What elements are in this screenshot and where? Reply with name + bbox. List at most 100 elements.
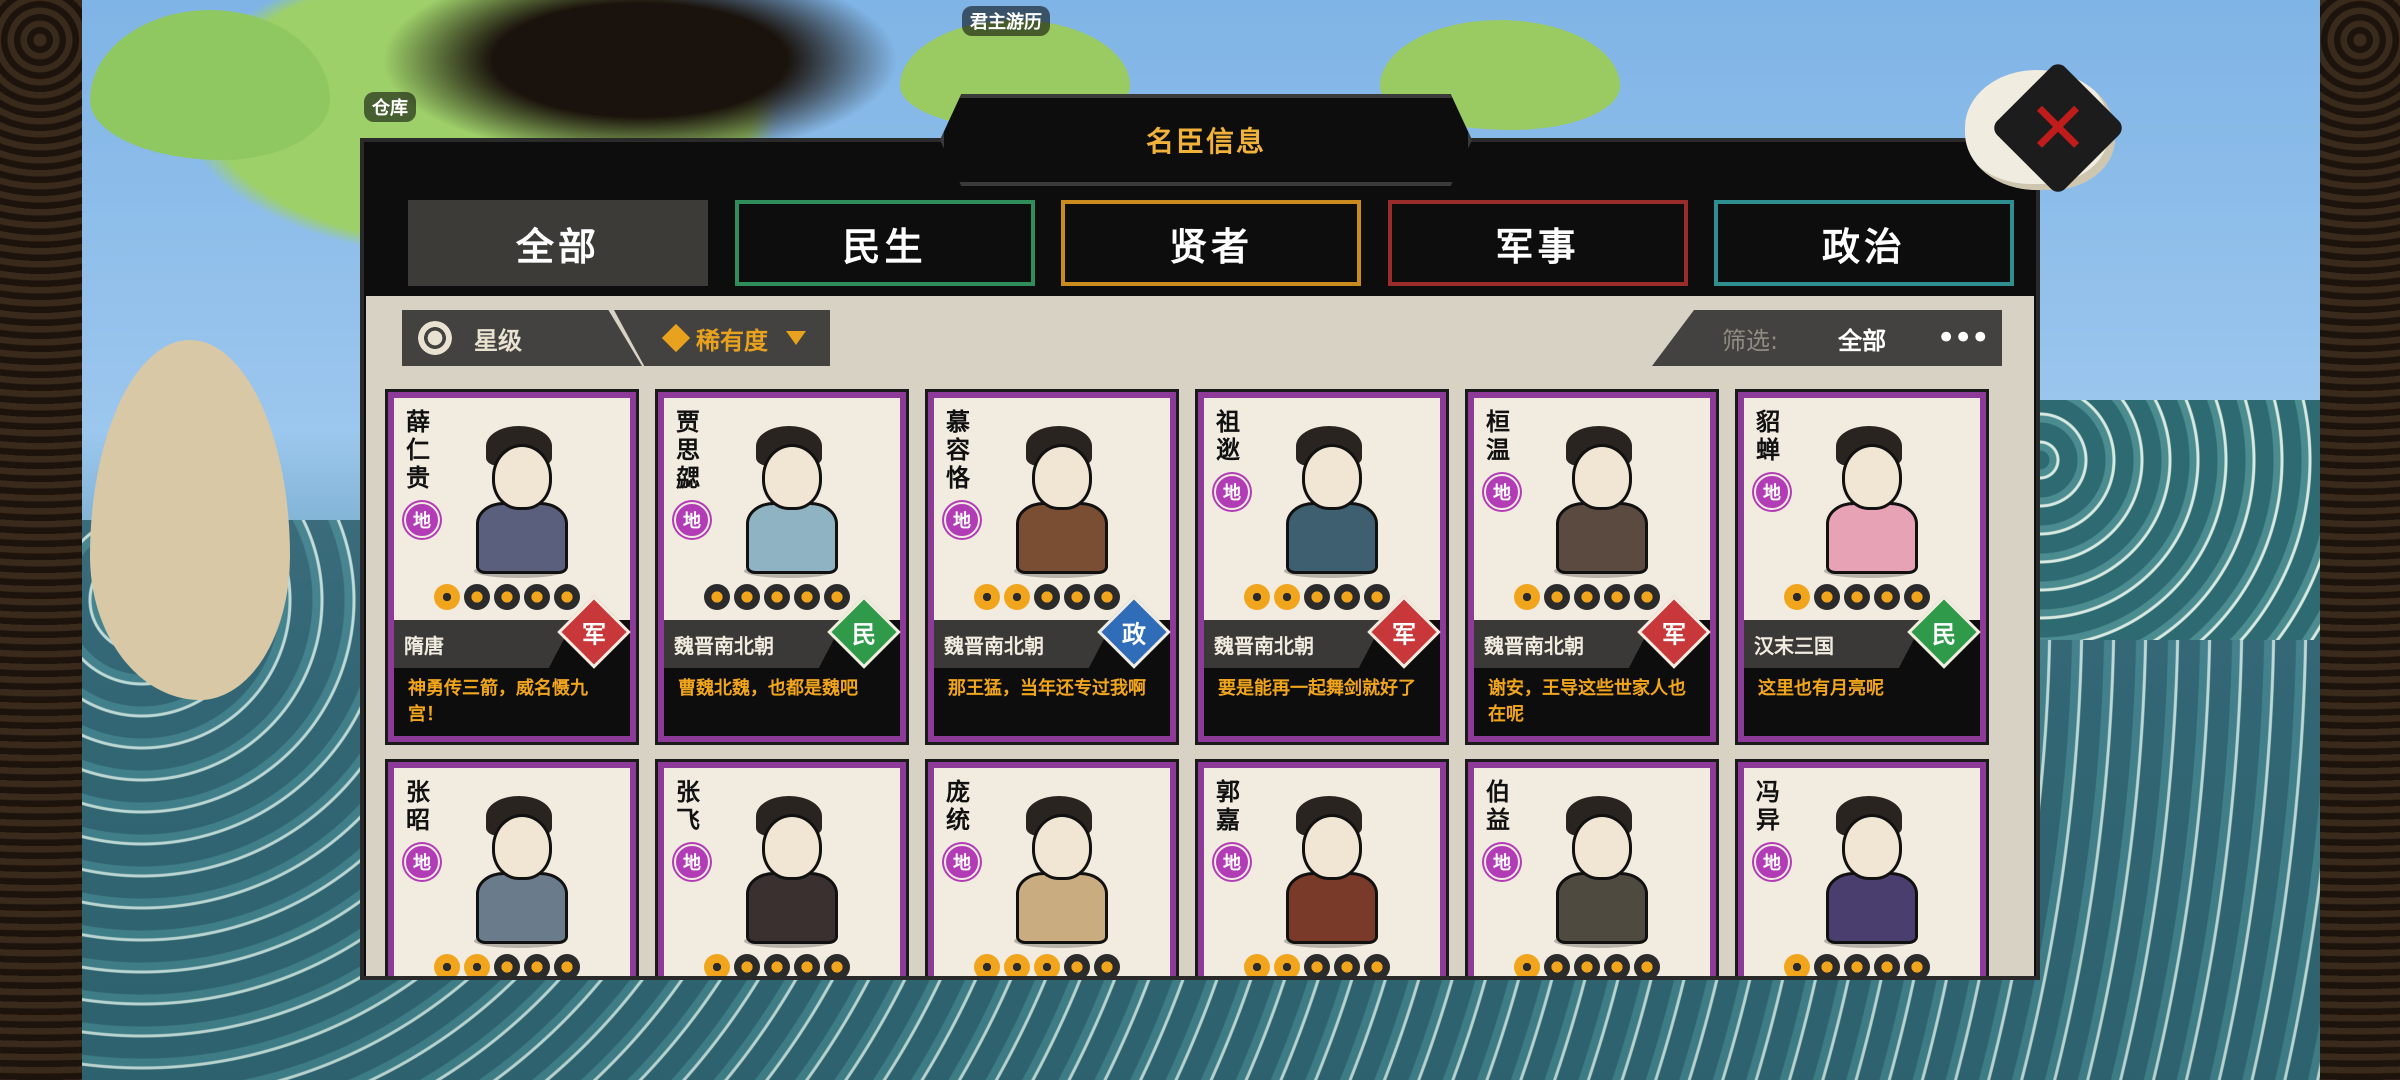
left-border-pattern [0,0,82,1080]
star-icon [1904,584,1930,610]
sort-star-label: 星级 [474,326,522,355]
star-icon [1334,584,1360,610]
star-icon [1574,584,1600,610]
star-icon [1904,954,1930,976]
star-icon [524,584,550,610]
minister-portrait [724,422,854,578]
sort-filter-toolbar: 星级 稀有度 筛选: 全部 ••• [402,310,2002,366]
filter-value: 全部 [1838,326,1887,355]
tab-livelihood[interactable]: 民生 [734,200,1035,286]
star-icon [764,954,790,976]
diamond-icon [661,323,691,353]
star-icon [1274,584,1300,610]
tab-sage[interactable]: 贤者 [1061,200,1361,286]
filter-dropdown[interactable]: 筛选: 全部 ••• [1652,310,2002,366]
star-icon [1334,954,1360,976]
star-icon [794,584,820,610]
star-icon [1034,584,1060,610]
sort-rarity-label: 稀有度 [696,326,768,355]
minister-card[interactable]: 祖逖地魏晋南北朝军要是能再一起舞剑就好了 [1195,389,1449,745]
star-icon [1574,954,1600,976]
grade-badge: 地 [944,844,980,880]
star-icon [704,584,730,610]
era-label: 魏晋南北朝 [664,620,844,668]
minister-info-box: 汉末三国民这里也有月亮呢 [1744,595,1981,736]
star-icon [1604,954,1630,976]
grade-badge: 地 [404,844,440,880]
panel-title-plate: 名臣信息 [940,94,1472,186]
close-button[interactable]: ✕ [1965,60,2126,200]
star-icon [1874,584,1900,610]
era-label: 隋唐 [394,620,574,668]
tab-politics[interactable]: 政治 [1714,200,2014,286]
more-options-icon[interactable]: ••• [1936,321,1990,355]
minister-card[interactable]: 张昭地 [385,759,639,976]
star-icon [1364,954,1390,976]
grade-badge: 地 [1754,844,1790,880]
star-icon [1364,584,1390,610]
star-icon [1304,954,1330,976]
grade-badge: 地 [674,844,710,880]
star-rating [434,954,580,976]
star-rating [1244,954,1390,976]
star-icon [1094,584,1120,610]
star-icon [524,954,550,976]
grade-badge: 地 [1484,474,1520,510]
black-tree [380,0,900,160]
panel-title: 名臣信息 [1145,125,1266,158]
minister-portrait [1264,422,1394,578]
grade-badge: 地 [1214,474,1250,510]
star-icon [1544,954,1570,976]
star-icon [764,584,790,610]
flower-icon [418,321,452,355]
star-icon [1634,584,1660,610]
star-icon [1604,584,1630,610]
minister-card[interactable]: 庞统地 [925,759,1179,976]
map-label-lord-travel[interactable]: 君主游历 [962,6,1050,36]
star-rating [974,954,1120,976]
minister-name: 貂蝉 [1756,408,1780,464]
minister-info-box: 魏晋南北朝军要是能再一起舞剑就好了 [1204,595,1441,736]
sort-by-rarity-button[interactable]: 稀有度 [614,310,830,366]
star-icon [1244,584,1270,610]
star-icon [1064,584,1090,610]
star-icon [1004,954,1030,976]
minister-card[interactable]: 贾思勰地魏晋南北朝民曹魏北魏，也都是魏吧 [655,389,909,745]
minister-name: 庞统 [946,778,970,834]
minister-card[interactable]: 慕容恪地魏晋南北朝政那王猛，当年还专过我啊 [925,389,1179,745]
minister-portrait [1804,792,1934,948]
card-list-area: 星级 稀有度 筛选: 全部 ••• 薛仁贵地隋唐军神勇传三箭，威名慑九宫！贾思勰… [366,296,2034,976]
star-icon [734,954,760,976]
era-label: 魏晋南北朝 [934,620,1114,668]
minister-info-box: 魏晋南北朝军谢安，王导这些世家人也在呢 [1474,595,1711,736]
grade-badge: 地 [404,502,440,538]
sort-by-star-button[interactable]: 星级 [402,310,642,366]
tab-all[interactable]: 全部 [408,200,708,286]
minister-name: 桓温 [1486,408,1510,464]
minister-card[interactable]: 伯益地 [1465,759,1719,976]
minister-name: 冯异 [1756,778,1780,834]
filter-label: 筛选: [1722,326,1779,355]
era-label: 魏晋南北朝 [1474,620,1654,668]
floating-island [90,340,290,700]
minister-card[interactable]: 张飞地 [655,759,909,976]
star-rating [1784,584,1930,610]
minister-card[interactable]: 薛仁贵地隋唐军神勇传三箭，威名慑九宫！ [385,389,639,745]
minister-card[interactable]: 桓温地魏晋南北朝军谢安，王导这些世家人也在呢 [1465,389,1719,745]
minister-name: 祖逖 [1216,408,1240,464]
minister-card[interactable]: 冯异地 [1735,759,1989,976]
grade-badge: 地 [1484,844,1520,880]
minister-portrait [1264,792,1394,948]
star-rating [704,584,850,610]
map-label-warehouse[interactable]: 仓库 [364,92,416,122]
star-icon [1034,954,1060,976]
star-rating [704,954,850,976]
star-rating [1514,584,1660,610]
minister-card[interactable]: 郭嘉地 [1195,759,1449,976]
star-icon [1274,954,1300,976]
star-icon [494,584,520,610]
minister-card[interactable]: 貂蝉地汉末三国民这里也有月亮呢 [1735,389,1989,745]
star-icon [1784,954,1810,976]
minister-quote: 那王猛，当年还专过我啊 [948,678,1146,699]
tab-military[interactable]: 军事 [1387,200,1688,286]
